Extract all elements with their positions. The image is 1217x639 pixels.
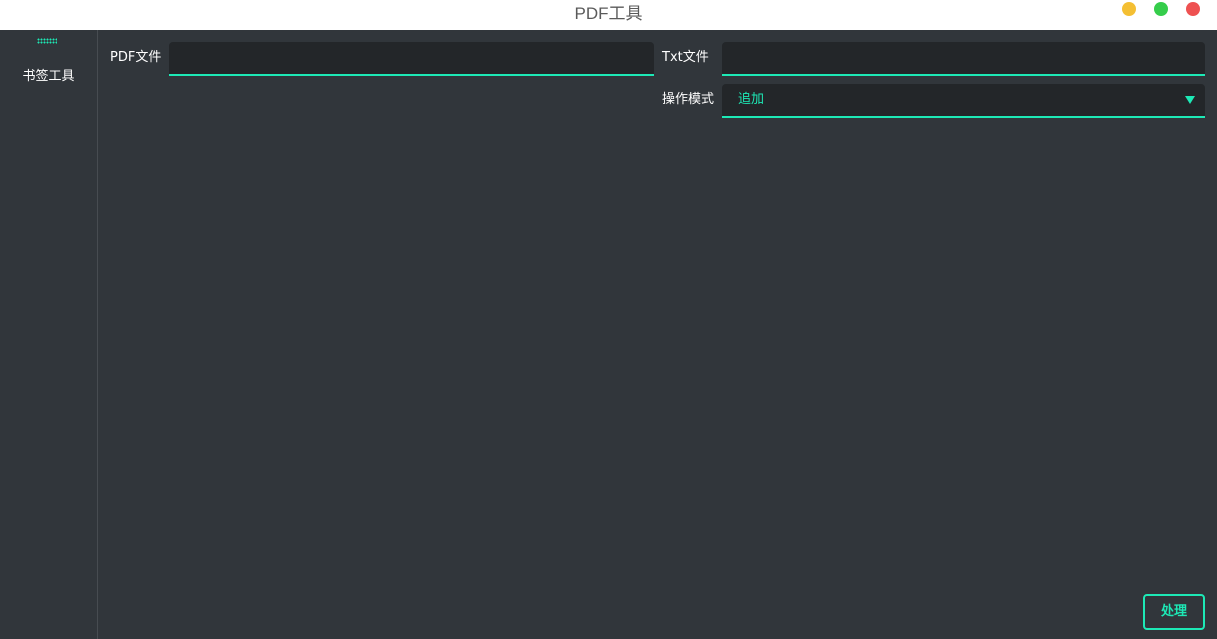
mode-select[interactable]: 追加 [722, 84, 1205, 118]
close-button[interactable] [1186, 2, 1200, 16]
pdf-file-label: PDF文件 [110, 50, 162, 65]
process-button[interactable]: 处理 [1143, 594, 1205, 630]
txt-file-label: Txt文件 [662, 50, 709, 65]
dropdown-arrow-icon [1185, 96, 1195, 104]
window-title: PDF工具 [574, 4, 643, 23]
pdf-file-input[interactable] [169, 42, 654, 76]
title-bar[interactable]: PDF工具 [0, 0, 1217, 30]
sidebar: 书签工具 [0, 30, 98, 639]
txt-file-input[interactable] [722, 42, 1205, 76]
mode-label: 操作模式 [662, 92, 715, 107]
sidebar-item-bookmark-tool[interactable]: 书签工具 [0, 66, 97, 88]
app-window: PDF工具 书签工具 PDF文件 Txt文件 操作模式 追加 处理 [0, 0, 1217, 639]
minimize-button[interactable] [1122, 2, 1136, 16]
mode-select-value: 追加 [738, 92, 765, 107]
drag-handle-icon[interactable] [37, 38, 57, 44]
maximize-button[interactable] [1154, 2, 1168, 16]
